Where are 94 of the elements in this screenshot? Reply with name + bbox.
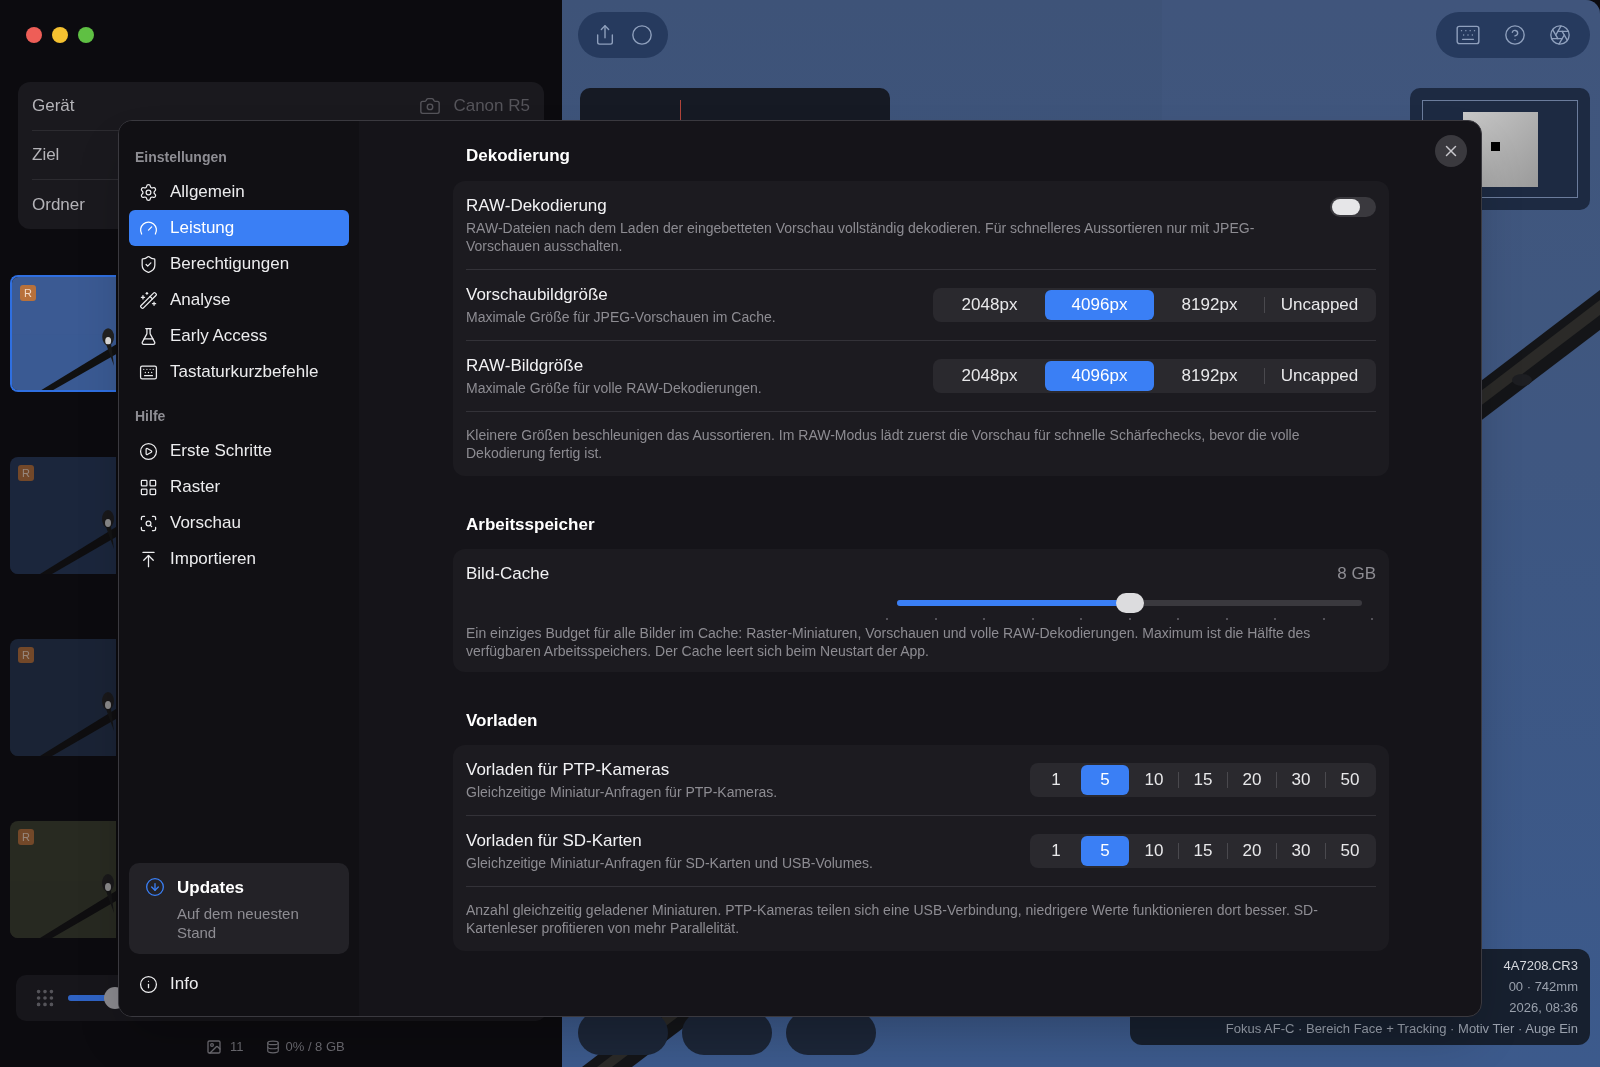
- setting-description: Maximale Größe für JPEG-Vorschauen im Cache.: [466, 307, 776, 326]
- photo-metadata: 4A7208.CR3: [1503, 957, 1578, 974]
- help-icon[interactable]: [1504, 24, 1526, 46]
- cache-usage: 0% / 8 GB: [285, 1038, 345, 1057]
- segment-option[interactable]: 4096px: [1045, 360, 1154, 391]
- toggle-switch[interactable]: [1330, 196, 1376, 217]
- setting-description: Maximale Größe für volle RAW-Dekodierungen.: [466, 378, 762, 397]
- window-close-button[interactable]: [26, 27, 42, 43]
- upload-icon: [139, 549, 158, 569]
- segment-option[interactable]: 8192px: [1155, 360, 1264, 391]
- segment-option[interactable]: 15: [1179, 765, 1227, 795]
- section-note: Anzahl gleichzeitig geladener Miniaturen. PTP-Kameras teilen sich eine USB-Verbindung, niedrigere Werte funktionieren dort besser. SD-Kartenleser profitieren von mehr Parallelität.: [466, 901, 1319, 938]
- segment-option[interactable]: Uncapped: [1265, 360, 1374, 391]
- segment-option[interactable]: 10: [1130, 836, 1178, 866]
- sidebar-item[interactable]: Tastaturkurzbefehle: [129, 354, 349, 390]
- gear-icon: [139, 182, 158, 202]
- updates-status: Auf dem neuesten Stand: [176, 904, 300, 942]
- setting-description: RAW-Dateien nach dem Laden der eingebetteten Vorschau vollständig dekodieren. Für schnelleres Aussortieren nur mit JPEG-Vorschauen ausschalten.: [466, 218, 1256, 255]
- segment-option[interactable]: 5: [1081, 836, 1129, 866]
- shield-icon: [139, 254, 158, 274]
- source-label: Ziel: [32, 144, 60, 167]
- sidebar-item[interactable]: Importieren: [129, 541, 349, 577]
- section-heading: Arbeitsspeicher: [465, 513, 596, 536]
- setting-description: Gleichzeitige Miniatur-Anfragen für PTP-Kameras.: [466, 783, 778, 801]
- source-label: Gerät: [32, 95, 75, 118]
- updates-title: Updates: [177, 876, 245, 899]
- segment-option[interactable]: 30: [1277, 836, 1325, 866]
- sidebar-item[interactable]: Leistung: [129, 210, 349, 246]
- segment-option[interactable]: 8192px: [1155, 289, 1264, 320]
- section-heading: Vorladen: [465, 709, 539, 732]
- photo-metadata: Fokus AF-C · Bereich Face + Tracking · Motiv Tier · Auge Ein: [1225, 1020, 1578, 1037]
- device-name: Canon R5: [453, 95, 530, 118]
- segment-option[interactable]: 2048px: [935, 289, 1044, 320]
- sidebar-item[interactable]: Erste Schritte: [129, 433, 349, 469]
- camera-icon: [419, 95, 442, 117]
- magnifier-icon: [139, 513, 158, 533]
- raw-badge: R: [18, 465, 34, 481]
- window-minimize-button[interactable]: [52, 27, 68, 43]
- sidebar-item[interactable]: Raster: [129, 469, 349, 505]
- setting-title: RAW-Dekodierung: [466, 194, 608, 217]
- segment-option[interactable]: 20: [1228, 836, 1276, 866]
- image-count: 11: [230, 1038, 244, 1057]
- grid-icon: [139, 477, 158, 497]
- segment-option[interactable]: 4096px: [1045, 289, 1154, 320]
- section-note: Kleinere Größen beschleunigen das Aussortieren. Im RAW-Modus lädt zuerst die Vorschau für schnelle Schärfechecks, bevor die volle Dekodierung fertig ist.: [466, 425, 1301, 463]
- raw-badge: R: [18, 829, 34, 845]
- segment-option[interactable]: 20: [1228, 765, 1276, 795]
- setting-title: Vorschaubildgröße: [466, 283, 609, 306]
- sidebar-heading: Einstellungen: [134, 148, 228, 167]
- setting-description: Ein einziges Budget für alle Bilder im Cache: Raster-Miniaturen, Vorschauen und volle RAW-Dekodierungen. Maximum ist die Hälfte des verfügbaren Arbeitsspeichers. Der Cache leert sich beim Neustart der App.: [466, 623, 1312, 660]
- sidebar-item[interactable]: Analyse: [129, 282, 349, 318]
- segment-option[interactable]: 1: [1032, 765, 1080, 795]
- source-label: Ordner: [32, 193, 85, 216]
- segment-option[interactable]: Uncapped: [1265, 289, 1374, 320]
- database-icon: [265, 1040, 280, 1054]
- raw-badge: R: [20, 285, 36, 301]
- segment-option[interactable]: 15: [1179, 836, 1227, 866]
- sidebar-item[interactable]: Berechtigungen: [129, 246, 349, 282]
- histogram-line: [680, 100, 681, 120]
- close-button[interactable]: [1435, 135, 1467, 167]
- slider-thumb[interactable]: [1115, 592, 1144, 613]
- circle-icon[interactable]: [630, 24, 653, 46]
- info-icon: [139, 974, 158, 994]
- segment-option[interactable]: 30: [1277, 765, 1325, 795]
- sidebar-item[interactable]: Info: [129, 966, 349, 1002]
- grid-icon[interactable]: [34, 987, 56, 1009]
- sidebar-item[interactable]: Allgemein: [129, 174, 349, 210]
- setting-title: Vorladen für PTP-Kameras: [466, 759, 671, 781]
- segment-option[interactable]: 1: [1032, 836, 1080, 866]
- photo-metadata: 2026, 08:36: [1509, 999, 1578, 1016]
- window-zoom-button[interactable]: [78, 27, 94, 43]
- segment-option[interactable]: 50: [1326, 836, 1374, 866]
- play-icon: [139, 441, 158, 461]
- sidebar-item[interactable]: Vorschau: [129, 505, 349, 541]
- photo-metadata: 00 · 742mm: [1508, 978, 1578, 995]
- raw-badge: R: [18, 647, 34, 663]
- sidebar-heading: Hilfe: [134, 407, 167, 426]
- segment-option[interactable]: 50: [1326, 765, 1374, 795]
- section-heading: Dekodierung: [465, 145, 571, 167]
- flask-icon: [139, 326, 158, 346]
- setting-title: Bild-Cache: [466, 562, 550, 585]
- updates-card[interactable]: Updates Auf dem neuesten Stand: [129, 862, 349, 954]
- aperture-icon[interactable]: [1548, 24, 1571, 46]
- download-icon: [145, 877, 165, 898]
- segment-option[interactable]: 2048px: [935, 360, 1044, 391]
- setting-title: RAW-Bildgröße: [466, 354, 585, 377]
- setting-description: Gleichzeitige Miniatur-Anfragen für SD-Karten und USB-Volumes.: [466, 854, 873, 872]
- segment-option[interactable]: 5: [1081, 765, 1129, 795]
- sidebar-item[interactable]: Early Access: [129, 318, 349, 354]
- magic-wand-icon: [139, 290, 158, 310]
- slider-reading: 8 GB: [1337, 563, 1376, 585]
- image-icon: [206, 1039, 222, 1055]
- setting-title: Vorladen für SD-Karten: [466, 830, 643, 852]
- segment-option[interactable]: 10: [1130, 765, 1178, 795]
